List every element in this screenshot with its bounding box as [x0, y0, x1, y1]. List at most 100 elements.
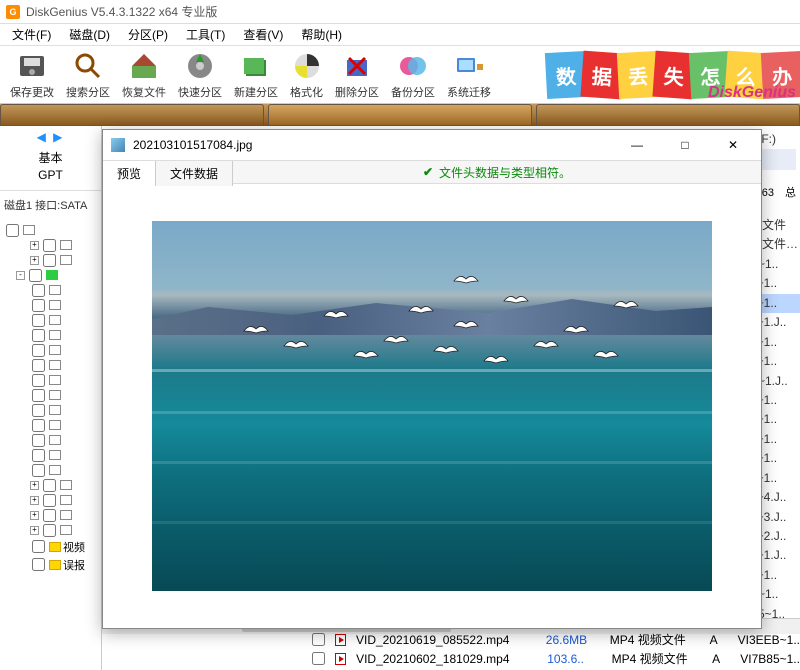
folder-icon — [49, 345, 61, 355]
file-type: MP4 视频文件 — [610, 631, 700, 648]
tree-checkbox[interactable] — [32, 540, 45, 553]
tree-row[interactable] — [2, 463, 99, 478]
tree-row[interactable] — [2, 388, 99, 403]
tab-preview[interactable]: 预览 — [103, 161, 156, 186]
tree-row[interactable] — [2, 448, 99, 463]
photo-preview — [152, 221, 712, 591]
minimize-button[interactable]: — — [617, 131, 657, 159]
tree-expander-icon[interactable]: + — [30, 481, 39, 490]
toolbar-save-button[interactable]: 保存更改 — [4, 48, 60, 102]
toolbar-recover-button[interactable]: 恢复文件 — [116, 48, 172, 102]
tree-row[interactable] — [2, 298, 99, 313]
tree-row[interactable]: + — [2, 253, 99, 268]
folder-icon — [60, 510, 72, 520]
disk-gpt-label: GPT — [0, 167, 101, 184]
menu-item[interactable]: 文件(F) — [4, 24, 59, 45]
tree-checkbox[interactable] — [32, 299, 45, 312]
toolbar-format-button[interactable]: 格式化 — [284, 48, 329, 102]
tree-row[interactable] — [2, 343, 99, 358]
menu-item[interactable]: 帮助(H) — [293, 24, 350, 45]
tree-row[interactable] — [2, 283, 99, 298]
tree-row[interactable]: + — [2, 478, 99, 493]
tree-checkbox[interactable] — [32, 389, 45, 402]
file-attr: A — [712, 652, 730, 666]
row-checkbox[interactable] — [312, 652, 325, 665]
tree-row[interactable] — [2, 223, 99, 238]
toolbar-delete-button[interactable]: 删除分区 — [329, 48, 385, 102]
file-row[interactable]: VID_20210619_085522.mp426.6MBMP4 视频文件AVI… — [312, 630, 800, 649]
tree-checkbox[interactable] — [6, 224, 19, 237]
tree-row[interactable] — [2, 358, 99, 373]
tree-row[interactable]: 误报 — [2, 556, 99, 574]
menu-item[interactable]: 分区(P) — [120, 24, 176, 45]
recover-icon — [128, 50, 160, 82]
file-attr: A — [710, 633, 728, 647]
tree-checkbox[interactable] — [32, 374, 45, 387]
folder-icon — [60, 240, 72, 250]
folder-tree[interactable]: ++-++++视频误报 — [0, 219, 101, 670]
row-checkbox[interactable] — [312, 633, 325, 646]
tree-checkbox[interactable] — [32, 344, 45, 357]
close-button[interactable]: ✕ — [713, 131, 753, 159]
menu-item[interactable]: 工具(T) — [178, 24, 233, 45]
tree-expander-icon[interactable]: + — [30, 511, 39, 520]
tree-checkbox[interactable] — [43, 479, 56, 492]
tab-file-data[interactable]: 文件数据 — [156, 161, 233, 186]
toolbar-backup-button[interactable]: 备份分区 — [385, 48, 441, 102]
tree-row[interactable]: + — [2, 493, 99, 508]
disk-label: 磁盘1 接口:SATA — [0, 191, 101, 219]
tree-checkbox[interactable] — [32, 359, 45, 372]
bird-icon — [502, 291, 530, 309]
tree-checkbox[interactable] — [43, 254, 56, 267]
tree-checkbox[interactable] — [43, 509, 56, 522]
tree-checkbox[interactable] — [32, 449, 45, 462]
tree-row[interactable]: + — [2, 523, 99, 538]
file-row[interactable]: VID_20210602_181029.mp4103.6..MP4 视频文件AV… — [312, 649, 800, 668]
toolbar-search-button[interactable]: 搜索分区 — [60, 48, 116, 102]
tree-checkbox[interactable] — [32, 284, 45, 297]
tree-row[interactable] — [2, 403, 99, 418]
tree-checkbox[interactable] — [32, 404, 45, 417]
tree-checkbox[interactable] — [32, 314, 45, 327]
tree-expander-icon[interactable]: + — [30, 256, 39, 265]
folder-icon — [46, 270, 58, 280]
tree-row[interactable] — [2, 313, 99, 328]
toolbar-migrate-button[interactable]: 系统迁移 — [441, 48, 497, 102]
tree-checkbox[interactable] — [32, 558, 45, 571]
tree-expander-icon[interactable]: + — [30, 526, 39, 535]
tree-row[interactable]: + — [2, 508, 99, 523]
tree-row[interactable]: - — [2, 268, 99, 283]
tree-row[interactable]: + — [2, 238, 99, 253]
menu-item[interactable]: 查看(V) — [235, 24, 291, 45]
tree-expander-icon[interactable]: + — [30, 241, 39, 250]
tree-checkbox[interactable] — [32, 464, 45, 477]
toolbar-quick-button[interactable]: 快速分区 — [172, 48, 228, 102]
app-icon: G — [6, 5, 20, 19]
preview-titlebar[interactable]: 202103101517084.jpg — □ ✕ — [103, 130, 761, 160]
tree-expander-icon[interactable]: - — [16, 271, 25, 280]
file-shortname: VI3EEB~1.. — [738, 633, 800, 647]
tree-expander-icon[interactable]: + — [30, 496, 39, 505]
tree-checkbox[interactable] — [32, 434, 45, 447]
nav-arrows[interactable]: ◀ ▶ — [0, 126, 101, 148]
toolbar-new-button[interactable]: 新建分区 — [228, 48, 284, 102]
tree-checkbox[interactable] — [29, 269, 42, 282]
migrate-icon — [453, 50, 485, 82]
tree-row[interactable] — [2, 433, 99, 448]
video-icon — [335, 634, 346, 646]
menu-item[interactable]: 磁盘(D) — [61, 24, 118, 45]
tree-row[interactable] — [2, 373, 99, 388]
tree-checkbox[interactable] — [32, 419, 45, 432]
tree-row[interactable] — [2, 328, 99, 343]
folder-icon — [49, 375, 61, 385]
tree-checkbox[interactable] — [43, 494, 56, 507]
folder-icon — [49, 390, 61, 400]
tree-checkbox[interactable] — [32, 329, 45, 342]
tree-row[interactable]: 视频 — [2, 538, 99, 556]
title-bar: G DiskGenius V5.4.3.1322 x64 专业版 — [0, 0, 800, 24]
tree-checkbox[interactable] — [43, 524, 56, 537]
tool-label: 删除分区 — [335, 84, 379, 100]
maximize-button[interactable]: □ — [665, 131, 705, 159]
tree-checkbox[interactable] — [43, 239, 56, 252]
tree-row[interactable] — [2, 418, 99, 433]
